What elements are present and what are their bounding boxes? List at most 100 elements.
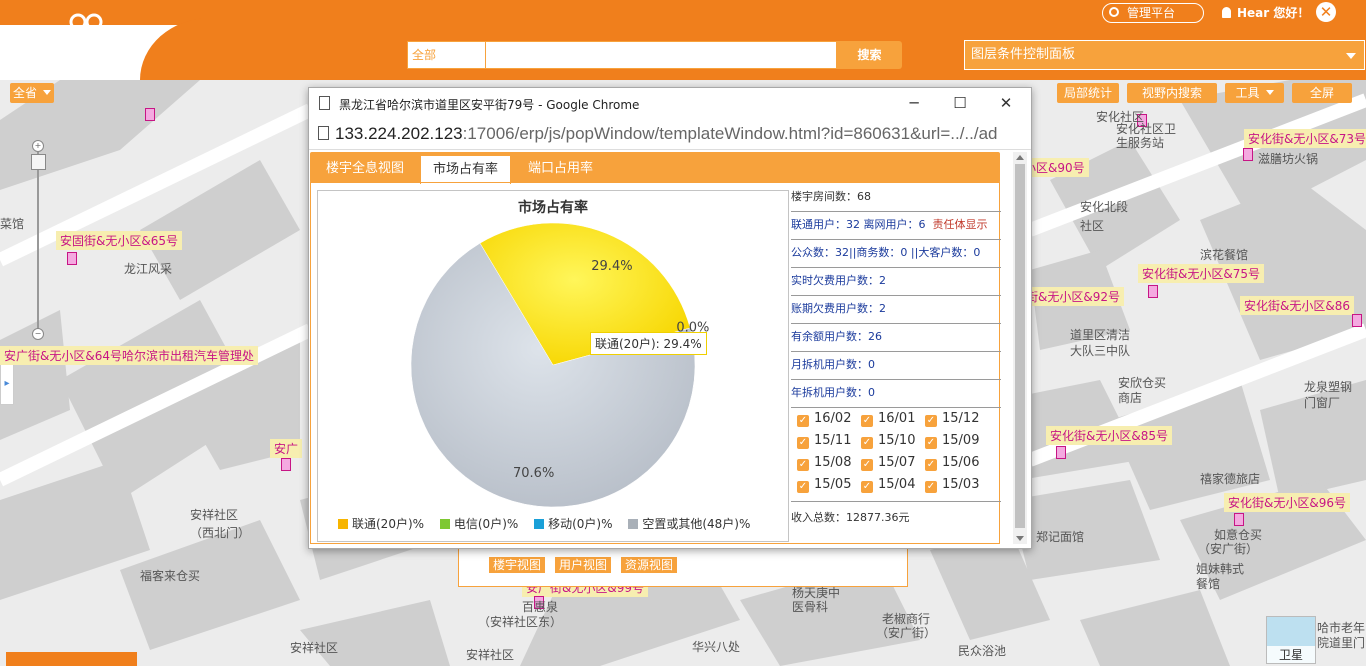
map-address-label[interactable]: 安固街&无小区&65号 [56,231,182,250]
layer-control-panel-select[interactable]: 图层条件控制面板 [964,40,1365,70]
building-view-button[interactable]: 楼宇视图 [489,557,546,573]
map-address-label[interactable]: 安化街&无小区&73号 [1244,129,1366,148]
map-address-label[interactable]: 安化街&无小区&85号 [1046,426,1172,445]
month-checkbox[interactable]: ✓ 15/03 [925,477,979,493]
tab-bar: 楼宇全息视图 市场占有率 端口占用率 [310,152,1000,184]
scrollbar[interactable] [1013,152,1027,544]
legend-item[interactable]: 移动(0户)% [534,515,613,532]
building-icon[interactable] [1234,513,1244,526]
zoom-slider[interactable]: + − [30,140,46,340]
maximize-icon[interactable]: ☐ [951,94,969,112]
tab-port-usage[interactable]: 端口占用率 [516,155,605,183]
month-checkbox[interactable]: ✓ 15/09 [925,433,979,449]
search-button[interactable]: 搜索 [837,41,902,69]
month-checkbox[interactable]: ✓ 15/11 [797,433,851,449]
address-bar[interactable]: 133.224.202.123:17006/erp/js/popWindow/t… [309,119,1031,150]
map-address-label[interactable]: 安广街&无小区&64号哈尔滨市出租汽车管理处 [0,346,258,365]
map-poi: 医骨科 [792,600,829,614]
month-checkbox[interactable]: ✓ 15/07 [861,455,915,471]
map-address-label[interactable]: 安化街&无小区&75号 [1138,264,1264,283]
scroll-down-icon[interactable] [1016,536,1024,541]
province-select[interactable]: 全省 [10,83,54,103]
popup-content: 楼宇全息视图 市场占有率 端口占用率 市场占有率 29.4% 0.0% 70.6… [309,150,1031,548]
map-poi: 菜馆 [0,217,25,231]
building-icon[interactable] [1352,314,1362,327]
map-poi: 龙江风采 [124,262,173,276]
month-checkbox[interactable]: ✓ 16/01 [861,411,915,427]
logo-text-china: China [20,46,52,60]
month-checkbox[interactable]: ✓ 15/05 [797,477,851,493]
legend-item[interactable]: 空置或其他(48户)% [628,515,750,532]
user-view-button[interactable]: 用户视图 [555,557,612,573]
stat-year-removed-text[interactable]: 年拆机用户数：0 [791,386,875,399]
search-input[interactable] [485,41,837,69]
stat-realtime-owe-text[interactable]: 实时欠费用户数：2 [791,274,886,287]
stat-off-users[interactable]: 离网用户：6 [864,218,926,231]
stat-rooms-text: 楼宇房间数：68 [791,190,871,203]
zoom-in-icon[interactable]: + [32,140,44,152]
map-address-label[interactable]: 街&无小区&92号 [1022,287,1124,306]
building-icon[interactable] [145,108,155,121]
tab-building-overview[interactable]: 楼宇全息视图 [314,155,416,183]
satellite-toggle[interactable]: 卫星 [1266,616,1316,664]
revenue-total: 收入总数：12877.36元 [791,511,910,524]
stat-month-removed: 月拆机用户数：0 [791,351,1001,380]
checkbox-checked-icon: ✓ [797,415,809,427]
checkbox-checked-icon: ✓ [861,481,873,493]
stat-public-text[interactable]: 公众数：32||商务数：0 ||大客户数：0 [791,246,980,259]
tab-market-share[interactable]: 市场占有率 [420,155,512,184]
map-poi: 姐妹韩式 [1196,562,1245,576]
chevron-down-icon [43,90,51,95]
zoom-handle[interactable] [31,154,46,170]
month-label: 15/10 [878,433,916,448]
building-icon[interactable] [1056,446,1066,459]
local-stats-button[interactable]: 局部统计 [1057,83,1119,103]
month-label: 15/07 [878,455,916,470]
view-search-button[interactable]: 视野内搜索 [1127,83,1217,103]
month-checkbox[interactable]: ✓ 15/10 [861,433,915,449]
scroll-up-icon[interactable] [1016,155,1024,160]
map-address-label[interactable]: 安化街&无小区&86 [1240,296,1354,315]
side-expand-toggle[interactable]: ▸ [0,363,14,405]
month-checkbox[interactable]: ✓ 15/08 [797,455,851,471]
close-icon[interactable]: ✕ [997,94,1015,112]
building-icon[interactable] [1243,148,1253,161]
month-checkbox[interactable]: ✓ 15/04 [861,477,915,493]
user-greeting[interactable]: Hear 您好！ [1222,4,1309,21]
legend-label: 电信(0户)% [453,517,519,531]
minimize-icon[interactable]: ─ [905,94,923,112]
tools-menu-button[interactable]: 工具 [1225,83,1284,103]
url-text[interactable]: 133.224.202.123:17006/erp/js/popWindow/t… [335,124,1025,144]
fullscreen-button[interactable]: 全屏 [1292,83,1352,103]
zoom-out-icon[interactable]: − [32,328,44,340]
zoom-track[interactable] [37,152,39,330]
map-poi: 龙泉塑钢 [1304,380,1353,394]
user-icon [1222,7,1231,18]
legend-item[interactable]: 联通(20户)% [338,515,424,532]
logout-close-icon[interactable]: ✕ [1316,2,1336,22]
scroll-thumb[interactable] [1015,164,1025,528]
stat-month-removed-text[interactable]: 月拆机用户数：0 [791,358,875,371]
legend-item[interactable]: 电信(0户)% [439,515,519,532]
satellite-label: 卫星 [1267,646,1315,663]
checkbox-checked-icon: ✓ [861,415,873,427]
map-address-label[interactable]: 安化街&无小区&96号 [1224,493,1350,512]
stat-unicom-users[interactable]: 联通用户：32 [791,218,860,231]
building-icon[interactable] [1148,285,1158,298]
resource-view-button[interactable]: 资源视图 [621,557,678,573]
month-label: 16/02 [814,411,852,426]
month-checkbox[interactable]: ✓ 16/02 [797,411,851,427]
stat-period-owe-text[interactable]: 账期欠费用户数：2 [791,302,886,315]
stat-balance-text[interactable]: 有余额用户数：26 [791,330,882,343]
building-icon[interactable] [281,458,291,471]
bottom-panel-tab[interactable] [6,652,137,666]
map-address-label[interactable]: 安广 [270,439,303,458]
month-checkbox[interactable]: ✓ 15/06 [925,455,979,471]
responsible-display-link[interactable]: 责任体显示 [933,218,988,231]
map-poi: 安祥社区 [190,508,239,522]
search-scope-select[interactable]: 全部 [407,41,486,69]
window-titlebar[interactable]: 黑龙江省哈尔滨市道里区安平街79号 - Google Chrome ─ ☐ ✕ [309,88,1031,119]
management-platform-button[interactable]: 管理平台 [1102,3,1204,23]
month-checkbox[interactable]: ✓ 15/12 [925,411,979,427]
building-icon[interactable] [67,252,77,265]
